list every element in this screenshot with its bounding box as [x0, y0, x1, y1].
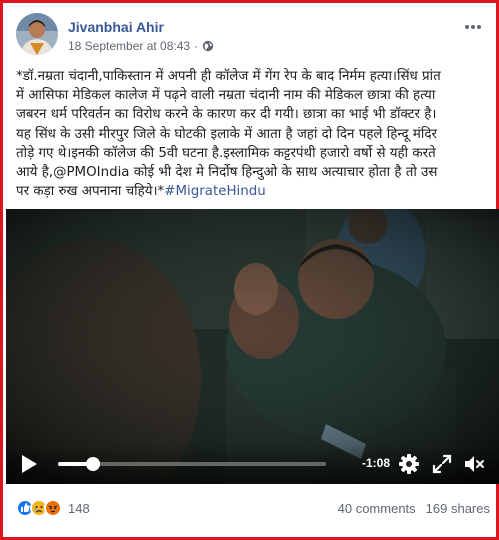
settings-icon[interactable]: [398, 453, 420, 475]
post-card: Jivanbhai Ahir 18 September at 08:43 · *…: [0, 0, 499, 540]
angry-reaction-icon: [44, 499, 62, 517]
post-text: *डॉ.नम्रता चंदानी,पाकिस्तान में अपनी ही …: [16, 67, 490, 201]
fullscreen-icon[interactable]: [431, 453, 453, 475]
post-text-line: में आसिफा मेडिकल कालेज में पढ़ने वाली नम…: [16, 88, 436, 104]
hashtag-link[interactable]: #MigrateHindu: [164, 184, 265, 199]
post-text-line: आये है,@PMOIndia कोई भी देश मे निर्दोष ह…: [16, 165, 438, 181]
post-text-tail: पर कड़ा रुख अपनाना चहिये।*: [16, 184, 165, 200]
time-remaining: -1:08: [362, 456, 391, 470]
post-stats: 40 comments 169 shares: [338, 501, 490, 516]
meta-separator: ·: [194, 39, 199, 53]
video-controls: -1:08: [6, 444, 499, 484]
play-icon[interactable]: [20, 454, 38, 474]
comments-count[interactable]: 40 comments: [338, 501, 416, 516]
author-name[interactable]: Jivanbhai Ahir: [68, 19, 164, 35]
volume-icon[interactable]: [463, 453, 485, 475]
post-meta: 18 September at 08:43 ·: [68, 39, 214, 53]
more-options-icon[interactable]: [464, 17, 482, 35]
globe-icon: [202, 40, 214, 52]
avatar[interactable]: [16, 13, 58, 55]
reaction-count[interactable]: 148: [68, 501, 90, 516]
video-progress-bar[interactable]: [58, 457, 326, 471]
post-text-line: तोड़े गए थे।इनकी कॉलेज की 5वी घटना है.इस…: [16, 145, 436, 161]
post-header: Jivanbhai Ahir 18 September at 08:43 ·: [16, 13, 486, 61]
video-frame: [6, 209, 499, 484]
post-text-line: यह सिंध के उसी मीरपुर जिले के घोटकी इलाक…: [16, 126, 437, 142]
post-timestamp[interactable]: 18 September at 08:43: [68, 39, 190, 53]
post-text-line: पर कड़ा रुख अपनाना चहिये।*#MigrateHindu: [16, 182, 490, 201]
post-footer: 148 40 comments 169 shares: [16, 493, 490, 523]
post-text-line: जबरन धर्म परिवर्तन का विरोध करने के कारण…: [16, 107, 437, 123]
video-progress-knob[interactable]: [85, 457, 100, 471]
shares-count[interactable]: 169 shares: [426, 501, 490, 516]
reactions-summary[interactable]: 148: [16, 499, 90, 517]
video-player[interactable]: -1:08: [6, 209, 499, 484]
post-text-line: *डॉ.नम्रता चंदानी,पाकिस्तान में अपनी ही …: [16, 69, 441, 84]
